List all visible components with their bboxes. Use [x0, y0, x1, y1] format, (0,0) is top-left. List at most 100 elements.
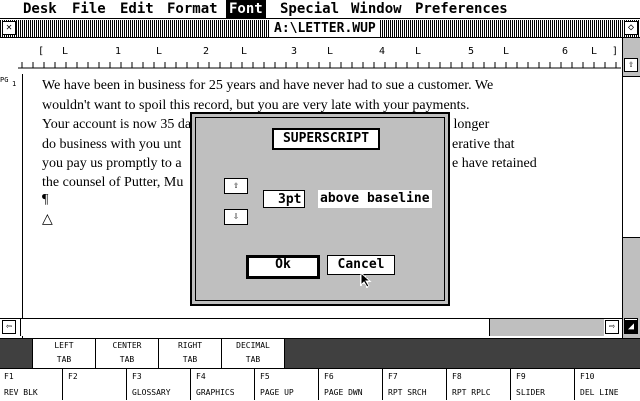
fkey-number: F8: [452, 372, 462, 381]
fkey-name: PAGE UP: [260, 388, 294, 397]
fkey-number: F2: [68, 372, 78, 381]
fkey-name: DEL LINE: [580, 388, 619, 397]
text-line[interactable]: you pay us promptly to a: [42, 156, 182, 172]
fkey-name: REV BLK: [4, 388, 38, 397]
superscript-dialog: SUPERSCRIPT ⇧ ⇩ 3pt above baseline Ok Ca…: [190, 112, 450, 306]
paragraph-mark-icon: ¶: [42, 192, 49, 207]
fkey-button[interactable]: F10 DEL LINE: [576, 369, 640, 400]
fkey-button[interactable]: F4 GRAPHICS: [192, 369, 255, 400]
fkey-number: F7: [388, 372, 398, 381]
window-title: A:\LETTER.WUP: [270, 20, 380, 37]
dialog-title: SUPERSCRIPT: [272, 128, 380, 150]
fkey-name: GRAPHICS: [196, 388, 235, 397]
ruler-tab-marker: L: [156, 46, 163, 57]
fkey-button[interactable]: F6 PAGE DWN: [320, 369, 383, 400]
page-label: PG: [0, 76, 9, 84]
ruler-inch-label: 1: [115, 46, 122, 57]
resize-box-icon[interactable]: ◢: [624, 320, 638, 334]
vertical-scrollbar[interactable]: ⇧ ⇩: [622, 38, 640, 338]
window-title-bar[interactable]: ✕ A:\LETTER.WUP ◇: [0, 20, 640, 38]
menu-preferences[interactable]: Preferences: [412, 0, 511, 18]
fkey-button[interactable]: F8 RPT RPLC: [448, 369, 511, 400]
fkey-name: RPT RPLC: [452, 388, 491, 397]
scroll-left-icon[interactable]: ⇦: [2, 320, 16, 334]
full-box-icon[interactable]: ◇: [624, 21, 638, 35]
ruler-tab-marker: L: [591, 46, 598, 57]
ruler-tab-marker: L: [62, 46, 69, 57]
decrease-arrow-icon[interactable]: ⇩: [224, 209, 248, 225]
text-line-tail[interactable]: e have retained: [452, 156, 537, 172]
fkey-button[interactable]: F9 SLIDER: [512, 369, 575, 400]
decimal-tab-button[interactable]: DECIMAL TAB: [221, 339, 285, 368]
fkey-number: F4: [196, 372, 206, 381]
tab-label: LEFT: [54, 341, 74, 350]
ruler-tab-marker: L: [415, 46, 422, 57]
text-line-tail[interactable]: erative that: [452, 137, 515, 153]
ruler-tab-marker: L: [241, 46, 248, 57]
scroll-track[interactable]: [489, 319, 604, 336]
fkey-number: F6: [324, 372, 334, 381]
superscript-value-field[interactable]: 3pt: [263, 190, 305, 208]
superscript-value: 3: [278, 192, 286, 207]
increase-arrow-icon[interactable]: ⇧: [224, 178, 248, 194]
superscript-unit: pt: [285, 192, 302, 207]
tab-label: RIGHT: [177, 341, 203, 350]
tab-label: CENTER: [112, 341, 142, 350]
horizontal-scroll-thumb[interactable]: [20, 319, 490, 336]
menu-special[interactable]: Special: [277, 0, 342, 18]
fkey-button[interactable]: F2: [64, 369, 127, 400]
ruler-ticks: [18, 62, 621, 69]
horizontal-scrollbar[interactable]: ⇦ ⇨: [0, 318, 622, 336]
page-number: 1: [12, 80, 17, 88]
text-line[interactable]: We have been in business for 25 years an…: [42, 78, 493, 94]
page-gutter: PG 1: [0, 74, 23, 340]
menu-window[interactable]: Window: [348, 0, 405, 18]
vertical-scroll-thumb[interactable]: [623, 76, 640, 238]
text-line[interactable]: the counsel of Putter, Mu: [42, 175, 183, 191]
mouse-pointer-icon: [360, 272, 372, 288]
end-of-document-icon: △: [42, 212, 53, 227]
center-tab-button[interactable]: CENTER TAB: [95, 339, 159, 368]
ruler-inch-label: 4: [379, 46, 386, 57]
menu-file[interactable]: File: [69, 0, 109, 18]
menu-bar: Desk File Edit Format Font Special Windo…: [0, 0, 640, 19]
ok-button[interactable]: Ok: [246, 255, 320, 279]
fkey-number: F5: [260, 372, 270, 381]
menu-desk[interactable]: Desk: [20, 0, 60, 18]
fkey-name: PAGE DWN: [324, 388, 363, 397]
menu-format[interactable]: Format: [164, 0, 221, 18]
menu-font[interactable]: Font: [226, 0, 266, 18]
fkey-number: F1: [4, 372, 14, 381]
fkey-number: F10: [580, 372, 595, 381]
fkey-name: RPT SRCH: [388, 388, 427, 397]
close-box-icon[interactable]: ✕: [2, 21, 16, 35]
fkey-button[interactable]: F3 GLOSSARY: [128, 369, 191, 400]
ruler-inch-label: 2: [203, 46, 210, 57]
tab-label: DECIMAL: [236, 341, 270, 350]
menu-edit[interactable]: Edit: [117, 0, 157, 18]
tab-label: TAB: [56, 355, 72, 364]
ruler[interactable]: [ L 1 L 2 L 3 L 4 L 5 L 6 L ]: [18, 38, 621, 74]
fkey-number: F3: [132, 372, 142, 381]
ruler-inch-label: 5: [468, 46, 475, 57]
ruler-inch-label: 3: [291, 46, 298, 57]
scroll-right-icon[interactable]: ⇨: [605, 320, 619, 334]
scroll-up-icon[interactable]: ⇧: [624, 58, 638, 72]
ruler-left-margin: [: [38, 46, 45, 57]
fkey-button[interactable]: F7 RPT SRCH: [384, 369, 447, 400]
function-keys-bar: F1 REV BLK F2 F3 GLOSSARY F4 GRAPHICS F5 PAG…: [0, 368, 640, 401]
right-tab-button[interactable]: RIGHT TAB: [158, 339, 222, 368]
fkey-name: GLOSSARY: [132, 388, 171, 397]
fkey-button[interactable]: F5 PAGE UP: [256, 369, 319, 400]
text-line[interactable]: do business with you unt: [42, 137, 181, 153]
fkey-button[interactable]: F1 REV BLK: [0, 369, 63, 400]
baseline-label: above baseline: [318, 190, 432, 208]
tab-buttons-bar: LEFT TAB CENTER TAB RIGHT TAB DECIMAL TA…: [0, 338, 640, 369]
tab-label: TAB: [119, 355, 135, 364]
ruler-inch-label: 6: [562, 46, 569, 57]
ruler-right-margin: ]: [612, 46, 619, 57]
ruler-tab-marker: L: [503, 46, 510, 57]
left-tab-button[interactable]: LEFT TAB: [32, 339, 96, 368]
fkey-name: SLIDER: [516, 388, 545, 397]
tab-label: TAB: [245, 355, 261, 364]
